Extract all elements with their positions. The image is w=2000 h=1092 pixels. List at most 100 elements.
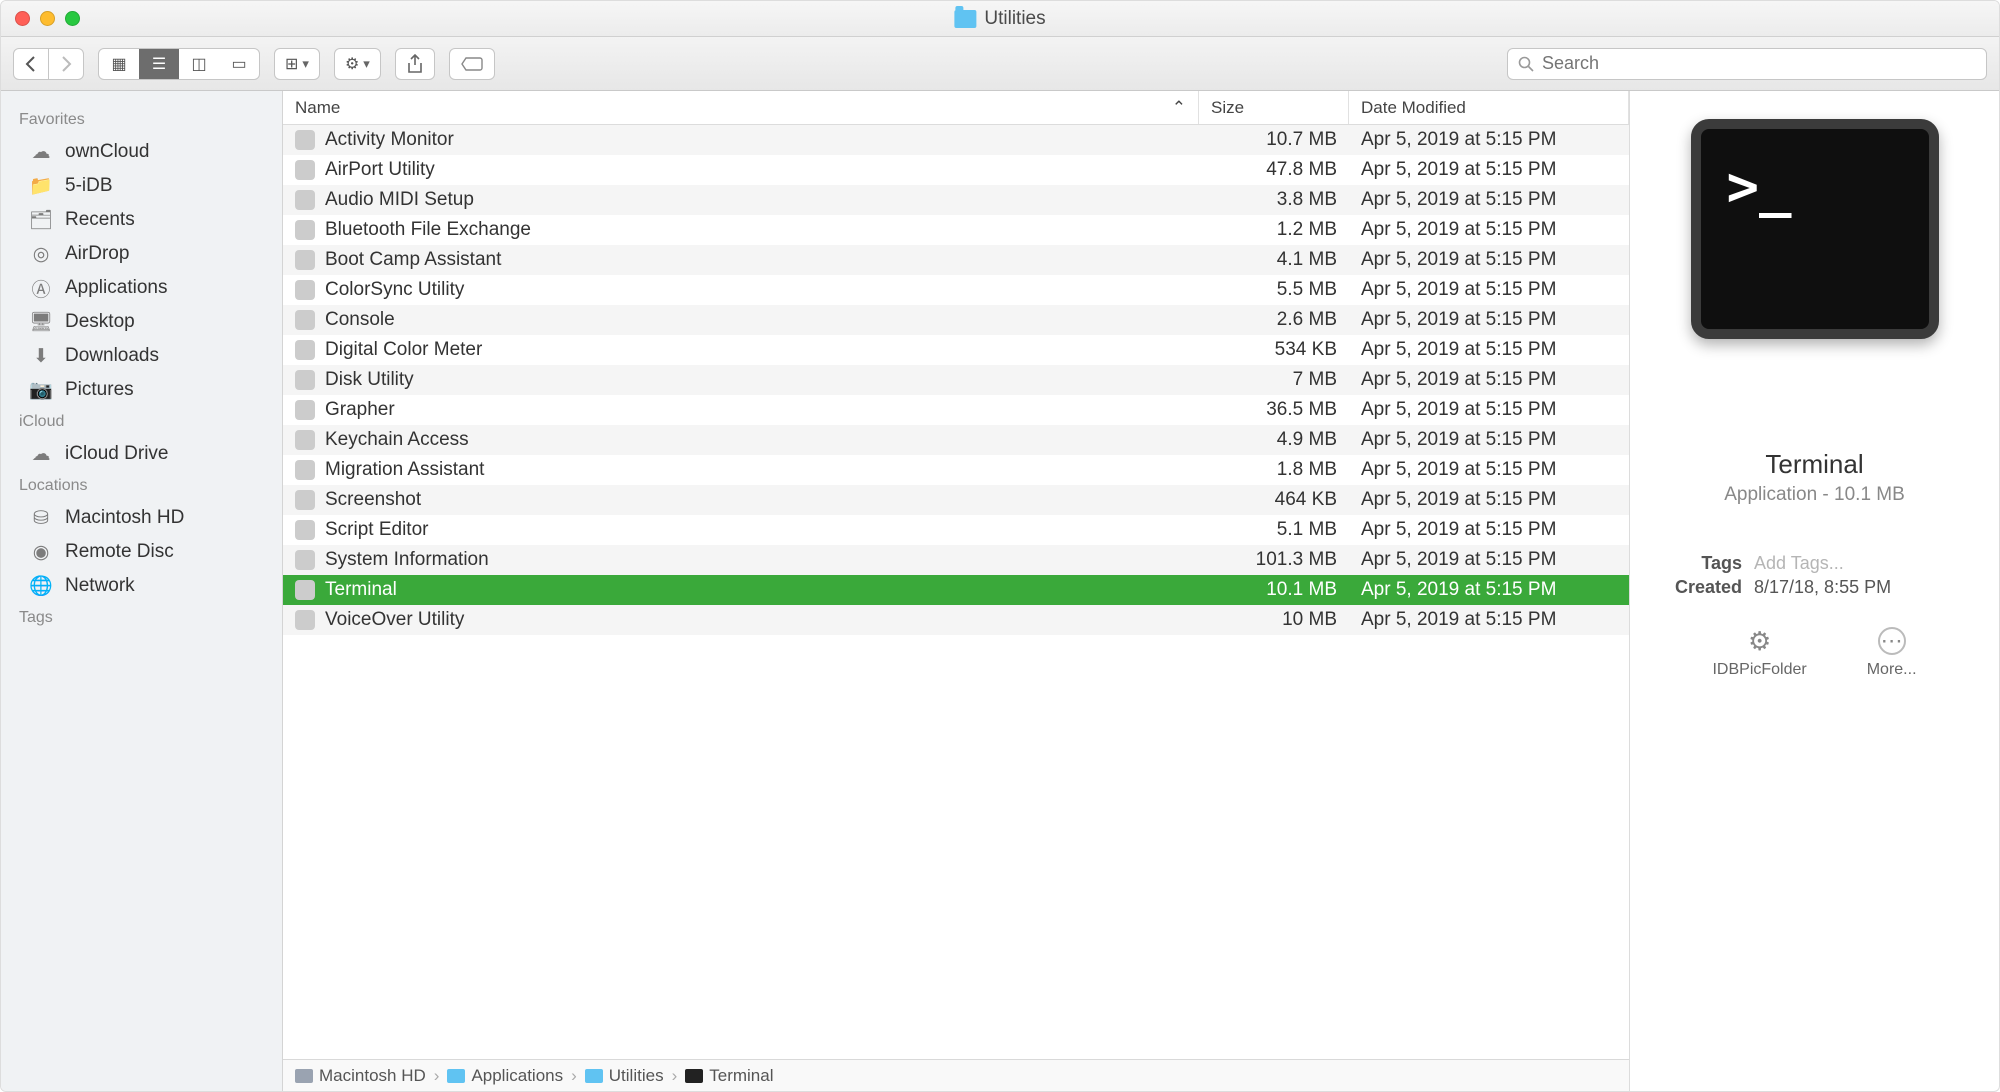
share-button[interactable]: [395, 48, 435, 80]
tag-icon: [460, 56, 484, 72]
zoom-window-button[interactable]: [65, 11, 80, 26]
breadcrumb-separator: ›: [571, 1066, 577, 1086]
column-headers: Name ⌃ Size Date Modified: [283, 91, 1629, 125]
file-date: Apr 5, 2019 at 5:15 PM: [1349, 309, 1629, 331]
file-list[interactable]: Activity Monitor10.7 MBApr 5, 2019 at 5:…: [283, 125, 1629, 1059]
file-name: Disk Utility: [325, 369, 414, 391]
created-label: Created: [1652, 577, 1742, 598]
preview-action-more[interactable]: ⋯ More...: [1867, 627, 1917, 679]
sidebar-item[interactable]: 🌐Network: [1, 569, 282, 603]
sidebar-item[interactable]: ⬇Downloads: [1, 339, 282, 373]
disk-icon: ⛁: [29, 508, 53, 528]
app-icon: [295, 370, 315, 390]
file-row[interactable]: VoiceOver Utility10 MBApr 5, 2019 at 5:1…: [283, 605, 1629, 635]
column-header-date[interactable]: Date Modified: [1349, 91, 1629, 124]
group-by-button[interactable]: ⊞ ▾: [274, 48, 320, 80]
disc-icon: ◉: [29, 542, 53, 562]
folder-icon: [585, 1069, 603, 1083]
file-size: 10.7 MB: [1199, 129, 1349, 151]
window-title: Utilities: [954, 8, 1045, 30]
terminal-preview-icon: >_: [1691, 119, 1939, 339]
sidebar-section-title: iCloud: [1, 407, 282, 437]
minimize-window-button[interactable]: [40, 11, 55, 26]
sidebar-item[interactable]: ⛁Macintosh HD: [1, 501, 282, 535]
breadcrumb-item[interactable]: Macintosh HD: [295, 1066, 426, 1086]
breadcrumb-label: Macintosh HD: [319, 1066, 426, 1086]
sidebar-item-label: Pictures: [65, 379, 134, 401]
breadcrumb-item[interactable]: Utilities: [585, 1066, 664, 1086]
sidebar-item[interactable]: 🖥Desktop: [1, 305, 282, 339]
list-icon: ☰: [152, 54, 166, 74]
view-icons-button[interactable]: ▦: [99, 49, 139, 79]
file-date: Apr 5, 2019 at 5:15 PM: [1349, 579, 1629, 601]
sidebar-item[interactable]: 📷Pictures: [1, 373, 282, 407]
sidebar-item[interactable]: ☁iCloud Drive: [1, 437, 282, 471]
grid-icon: ▦: [111, 54, 126, 74]
sidebar-item[interactable]: ◉Remote Disc: [1, 535, 282, 569]
sidebar: Favorites☁ownCloud📁5-iDB🗂Recents◎AirDrop…: [1, 91, 283, 1091]
column-header-size[interactable]: Size: [1199, 91, 1349, 124]
tags-button[interactable]: [449, 48, 495, 80]
file-date: Apr 5, 2019 at 5:15 PM: [1349, 219, 1629, 241]
sidebar-item[interactable]: 📁5-iDB: [1, 169, 282, 203]
file-row[interactable]: Activity Monitor10.7 MBApr 5, 2019 at 5:…: [283, 125, 1629, 155]
app-icon: [295, 160, 315, 180]
file-size: 4.9 MB: [1199, 429, 1349, 451]
file-row[interactable]: Disk Utility7 MBApr 5, 2019 at 5:15 PM: [283, 365, 1629, 395]
sidebar-item[interactable]: 🗂Recents: [1, 203, 282, 237]
preview-action-folder[interactable]: ⚙ IDBPicFolder: [1712, 627, 1806, 679]
file-date: Apr 5, 2019 at 5:15 PM: [1349, 549, 1629, 571]
breadcrumb-label: Utilities: [609, 1066, 664, 1086]
more-icon: ⋯: [1878, 627, 1906, 655]
view-columns-button[interactable]: ◫: [179, 49, 219, 79]
app-icon: [295, 250, 315, 270]
search-input[interactable]: [1542, 53, 1976, 74]
sidebar-item[interactable]: ◎AirDrop: [1, 237, 282, 271]
view-gallery-button[interactable]: ▭: [219, 49, 259, 79]
file-row[interactable]: Console2.6 MBApr 5, 2019 at 5:15 PM: [283, 305, 1629, 335]
file-size: 5.1 MB: [1199, 519, 1349, 541]
file-row[interactable]: Script Editor5.1 MBApr 5, 2019 at 5:15 P…: [283, 515, 1629, 545]
folder-icon: [954, 10, 976, 28]
file-row[interactable]: System Information101.3 MBApr 5, 2019 at…: [283, 545, 1629, 575]
search-icon: [1518, 56, 1534, 72]
file-row[interactable]: Digital Color Meter534 KBApr 5, 2019 at …: [283, 335, 1629, 365]
view-list-button[interactable]: ☰: [139, 49, 179, 79]
sidebar-item[interactable]: ☁ownCloud: [1, 135, 282, 169]
body: Favorites☁ownCloud📁5-iDB🗂Recents◎AirDrop…: [1, 91, 1999, 1091]
file-name: Activity Monitor: [325, 129, 454, 151]
group-icon: ⊞: [285, 54, 298, 74]
file-name: Console: [325, 309, 395, 331]
file-date: Apr 5, 2019 at 5:15 PM: [1349, 159, 1629, 181]
file-name: System Information: [325, 549, 489, 571]
file-row[interactable]: Migration Assistant1.8 MBApr 5, 2019 at …: [283, 455, 1629, 485]
close-window-button[interactable]: [15, 11, 30, 26]
tags-add-field[interactable]: Add Tags...: [1754, 553, 1844, 574]
column-size-label: Size: [1211, 98, 1244, 118]
file-row[interactable]: Boot Camp Assistant4.1 MBApr 5, 2019 at …: [283, 245, 1629, 275]
back-button[interactable]: [13, 48, 49, 80]
file-row[interactable]: Audio MIDI Setup3.8 MBApr 5, 2019 at 5:1…: [283, 185, 1629, 215]
file-row[interactable]: ColorSync Utility5.5 MBApr 5, 2019 at 5:…: [283, 275, 1629, 305]
file-name: Keychain Access: [325, 429, 469, 451]
file-row[interactable]: Keychain Access4.9 MBApr 5, 2019 at 5:15…: [283, 425, 1629, 455]
file-row[interactable]: AirPort Utility47.8 MBApr 5, 2019 at 5:1…: [283, 155, 1629, 185]
sidebar-item-label: iCloud Drive: [65, 443, 168, 465]
file-row[interactable]: Screenshot464 KBApr 5, 2019 at 5:15 PM: [283, 485, 1629, 515]
breadcrumb-item[interactable]: Terminal: [685, 1066, 773, 1086]
action-menu-button[interactable]: ⚙ ▾: [334, 48, 381, 80]
forward-button[interactable]: [48, 48, 84, 80]
file-row[interactable]: Bluetooth File Exchange1.2 MBApr 5, 2019…: [283, 215, 1629, 245]
file-row[interactable]: Grapher36.5 MBApr 5, 2019 at 5:15 PM: [283, 395, 1629, 425]
file-date: Apr 5, 2019 at 5:15 PM: [1349, 519, 1629, 541]
sidebar-section-title: Favorites: [1, 105, 282, 135]
file-date: Apr 5, 2019 at 5:15 PM: [1349, 369, 1629, 391]
file-row[interactable]: Terminal10.1 MBApr 5, 2019 at 5:15 PM: [283, 575, 1629, 605]
file-name: ColorSync Utility: [325, 279, 464, 301]
search-field[interactable]: [1507, 48, 1987, 80]
column-header-name[interactable]: Name ⌃: [283, 91, 1199, 124]
sidebar-item[interactable]: ⒶApplications: [1, 271, 282, 305]
file-size: 47.8 MB: [1199, 159, 1349, 181]
breadcrumb-label: Applications: [471, 1066, 563, 1086]
breadcrumb-item[interactable]: Applications: [447, 1066, 563, 1086]
